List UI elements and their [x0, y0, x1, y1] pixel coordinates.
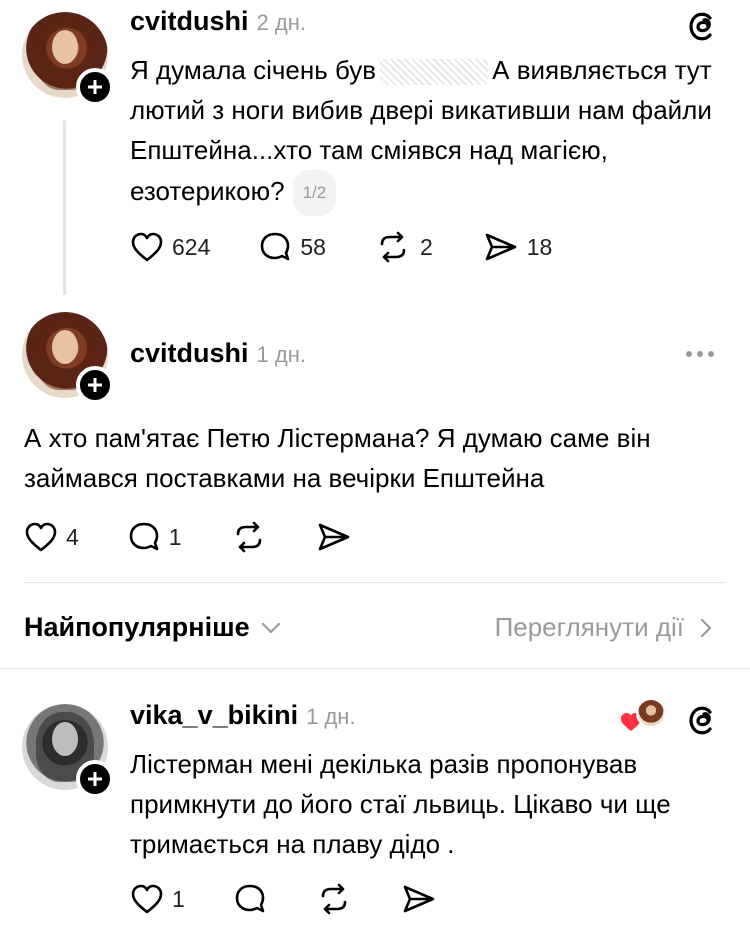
like-count: 4: [66, 523, 79, 550]
repost-icon: [321, 883, 347, 915]
post-actions: 1: [130, 882, 437, 916]
timestamp: 1 дн.: [306, 704, 356, 729]
sort-dropdown[interactable]: Найпопулярніше: [24, 612, 284, 643]
like-button[interactable]: 1: [130, 883, 185, 915]
post-header: vika_v_bikini 1 дн.: [130, 700, 356, 731]
avatar-face: [52, 722, 78, 756]
timestamp: 2 дн.: [256, 10, 306, 35]
post-body: А хто пам'ятає Петю Лістермана? Я думаю …: [24, 423, 651, 493]
page-indicator: 1/2: [292, 170, 337, 216]
reply-button[interactable]: 58: [258, 230, 326, 264]
share-button[interactable]: [316, 521, 352, 553]
more-dots-icon[interactable]: [686, 351, 714, 357]
post-body: Лістерман мені декілька разів пропонував…: [130, 749, 671, 859]
post-header: cvitdushi 2 дн.: [130, 6, 306, 37]
username[interactable]: cvitdushi: [130, 6, 249, 36]
follow-plus-button[interactable]: [76, 760, 114, 798]
heart-icon: [131, 232, 163, 262]
like-count: 1: [172, 885, 185, 912]
comment-icon: [235, 884, 265, 913]
repost-button[interactable]: 2: [374, 230, 433, 264]
threads-logo-icon[interactable]: [684, 8, 720, 44]
chevron-down-icon: [261, 622, 280, 633]
reply-post: vika_v_bikini 1 дн. Лістерман мені декіль…: [0, 668, 750, 930]
repost-icon: [236, 521, 261, 553]
send-icon: [403, 885, 435, 913]
send-icon: [485, 233, 517, 261]
reply-count: 1: [168, 523, 182, 550]
username[interactable]: cvitdushi: [130, 338, 249, 368]
follow-plus-button[interactable]: [76, 366, 114, 404]
share-button[interactable]: 18: [483, 231, 553, 263]
repost-icon: [380, 231, 406, 263]
post-body: Я думала січень був А виявляється тут лют…: [130, 50, 730, 216]
chevron-right-icon: [700, 618, 712, 637]
post-1: cvitdushi 2 дн. Я думала січень був А вияв…: [0, 0, 750, 300]
repost-button[interactable]: [315, 882, 353, 916]
send-icon: [318, 523, 349, 551]
repost-button[interactable]: [230, 520, 268, 554]
username[interactable]: vika_v_bikini: [130, 700, 298, 730]
repost-count: 2: [419, 233, 433, 260]
author-avatar: [636, 698, 666, 728]
blurred-emoji: [380, 59, 489, 86]
like-button[interactable]: 4: [24, 521, 79, 553]
comment-icon: [261, 232, 290, 261]
reply-count: 58: [300, 233, 326, 260]
heart-icon: [131, 884, 163, 914]
view-activity-label: Переглянути дії: [494, 612, 684, 642]
avatar-face: [52, 30, 78, 64]
post-actions: 4 1: [24, 520, 352, 554]
post-header: cvitdushi 1 дн.: [130, 338, 306, 369]
like-button[interactable]: 624: [130, 231, 210, 263]
reply-button[interactable]: 1: [127, 520, 182, 554]
view-activity-link[interactable]: Переглянути дії: [495, 612, 716, 643]
thread-line: [63, 120, 66, 295]
avatar-face: [52, 330, 78, 364]
threads-logo-icon[interactable]: [684, 702, 720, 738]
timestamp: 1 дн.: [256, 342, 306, 367]
reply-button[interactable]: [233, 882, 267, 916]
divider: [24, 582, 726, 583]
heart-icon: [25, 522, 57, 552]
share-button[interactable]: [401, 883, 437, 915]
sort-label: Найпопулярніше: [24, 612, 250, 642]
sort-bar: Найпопулярніше Переглянути дії: [0, 590, 750, 666]
comment-icon: [129, 522, 159, 551]
follow-plus-button[interactable]: [76, 68, 114, 106]
share-count: 18: [526, 233, 553, 260]
post-2: cvitdushi 1 дн. А хто пам'ятає Петю Лісте…: [0, 300, 750, 580]
post-actions: 624 58 2 18: [130, 230, 552, 264]
like-count: 624: [172, 233, 211, 260]
post-text-start: Я думала січень був: [130, 55, 377, 85]
